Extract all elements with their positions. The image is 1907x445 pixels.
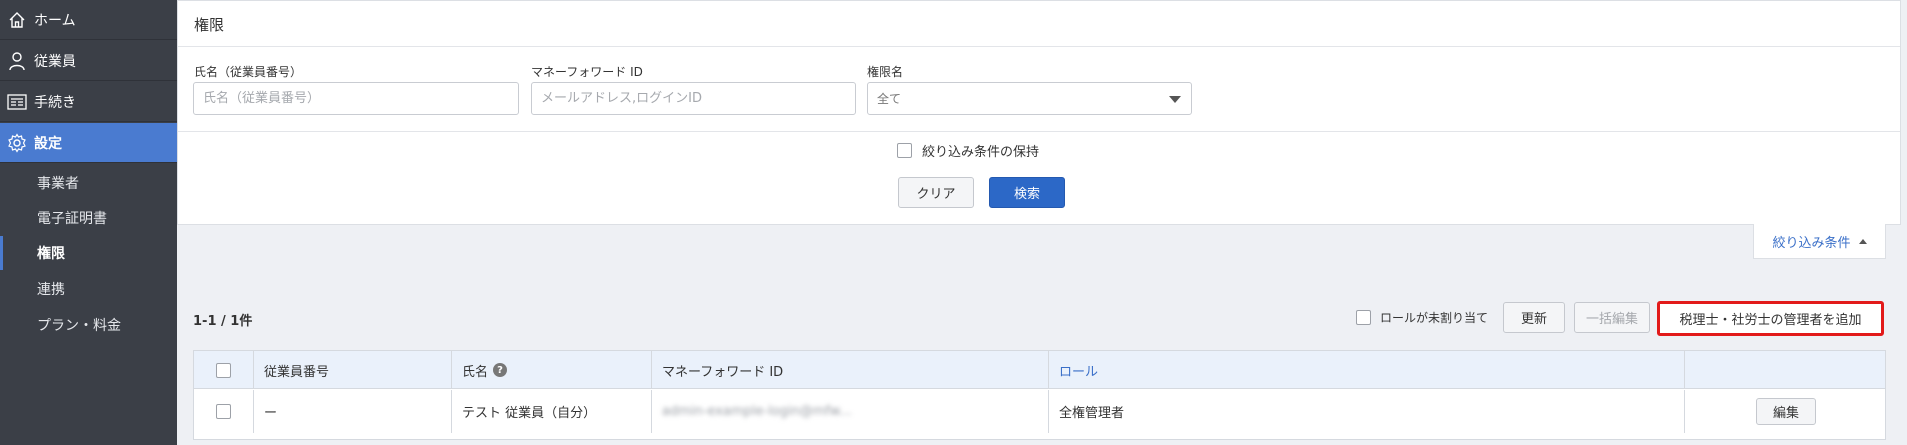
search-button[interactable]: 検索 [989,177,1065,208]
nav-item-procedures[interactable]: 手続き [0,82,177,122]
cell-name: テスト 従業員（自分） [452,390,652,433]
chevron-up-icon [1858,238,1867,244]
clear-button[interactable]: クリア [898,177,974,208]
sidebar-item-integration[interactable]: 連携 [0,272,177,306]
header-employee-no: 従業員番号 [254,351,452,389]
filter-panel: 権限 氏名（従業員番号） マネーフォワード ID 権限名 全て 絞り込み条件の保… [177,0,1901,225]
row-checkbox[interactable] [216,404,231,419]
person-icon [6,50,28,72]
sidebar: ホーム 従業員 手続き 設定 事業者 電子証明書 権限 連携 プラン・料金 [0,0,177,445]
page-title: 権限 [194,16,225,34]
nav-label-home: ホーム [34,12,76,29]
form-icon [6,91,28,113]
filter-toggle-label: 絞り込み条件 [1772,235,1851,251]
name-input[interactable] [193,82,519,115]
unassigned-role-filter: ロールが未割り当て [1356,309,1488,326]
header-name-label: 氏名 [462,364,489,380]
header-actions [1685,351,1887,389]
header-name: 氏名 ? [452,351,652,389]
unassigned-role-label: ロールが未割り当て [1380,311,1489,325]
cell-actions: 編集 [1685,390,1887,433]
select-all-checkbox[interactable] [216,362,231,378]
nav-label-employees: 従業員 [34,53,76,70]
divider [178,46,1900,47]
nav-label-procedures: 手続き [34,94,76,111]
header-role[interactable]: ロール [1049,351,1685,389]
chevron-down-icon [1169,96,1181,103]
role-field-label: 権限名 [867,65,904,79]
name-field-label: 氏名（従業員番号） [194,65,303,79]
role-select[interactable]: 全て [867,82,1192,115]
help-icon[interactable]: ? [493,363,508,377]
table-header: 従業員番号 氏名 ? マネーフォワード ID ロール [194,351,1885,389]
keep-filter-label: 絞り込み条件の保持 [922,145,1040,160]
edit-button[interactable]: 編集 [1756,398,1816,425]
nav-item-home[interactable]: ホーム [0,0,177,40]
gear-icon [6,132,28,154]
nav-label-settings: 設定 [34,135,62,152]
row-select-cell [194,390,254,433]
cell-employee-no: ー [254,390,452,433]
nav-item-settings[interactable]: 設定 [0,123,177,163]
result-count: 1-1 / 1件 [193,314,253,329]
keep-filter-row: 絞り込み条件の保持 [897,141,1039,160]
add-tax-accountant-admin-button[interactable]: 税理士・社労士の管理者を追加 [1657,301,1884,336]
permissions-table: 従業員番号 氏名 ? マネーフォワード ID ロール ー テスト 従業員（自分）… [193,350,1886,440]
bulk-edit-button[interactable]: 一括編集 [1574,302,1650,333]
sidebar-item-permissions[interactable]: 権限 [0,236,177,270]
mfid-input[interactable] [531,82,856,115]
mfid-field-label: マネーフォワード ID [531,65,643,79]
cell-mfid-value: admin-example-login@mfw... [662,404,852,419]
select-all-cell [194,351,254,389]
keep-filter-checkbox[interactable] [897,143,912,158]
sidebar-item-business[interactable]: 事業者 [0,166,177,200]
cell-mfid: admin-example-login@mfw... [652,390,1049,433]
nav-item-employees[interactable]: 従業員 [0,41,177,81]
header-mfid: マネーフォワード ID [652,351,1049,389]
refresh-button[interactable]: 更新 [1503,302,1565,333]
unassigned-role-checkbox[interactable] [1356,310,1371,325]
sidebar-item-certificate[interactable]: 電子証明書 [0,201,177,235]
cell-role: 全権管理者 [1049,390,1685,433]
filter-toggle[interactable]: 絞り込み条件 [1753,224,1886,259]
home-icon [6,9,28,31]
sidebar-item-plan[interactable]: プラン・料金 [0,308,177,342]
divider [178,131,1900,132]
role-select-value: 全て [877,92,902,106]
table-row: ー テスト 従業員（自分） admin-example-login@mfw...… [194,390,1885,433]
